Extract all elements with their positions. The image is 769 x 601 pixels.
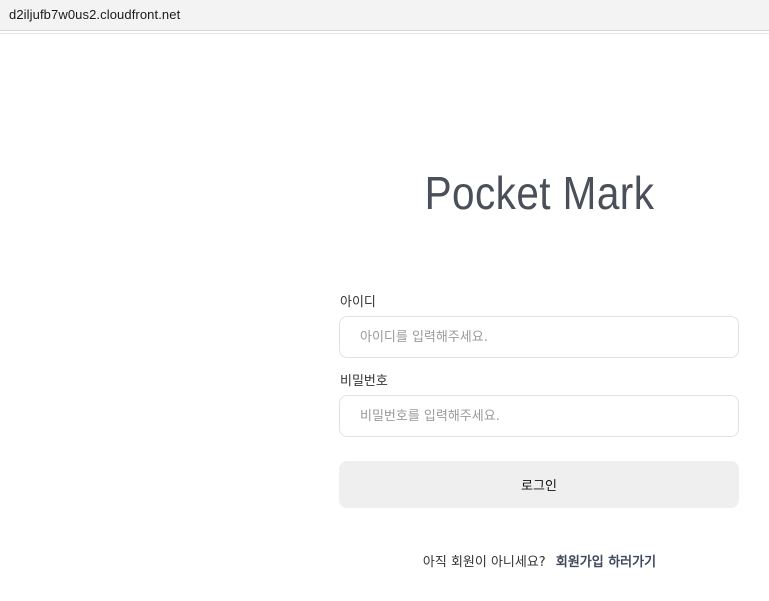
browser-address-bar[interactable]: d2iljufb7w0us2.cloudfront.net: [0, 0, 769, 31]
signup-question: 아직 회원이 아니세요?: [422, 555, 546, 570]
signup-prompt: 아직 회원이 아니세요? 회원가입 하러가기: [340, 551, 739, 570]
address-bar-divider: [0, 33, 769, 34]
login-button[interactable]: 로그인: [339, 461, 739, 508]
id-input[interactable]: [339, 316, 739, 358]
signup-link[interactable]: 회원가입 하러가기: [556, 555, 656, 570]
id-label: 아이디: [340, 295, 376, 310]
password-input[interactable]: [339, 395, 739, 437]
app-title: Pocket Mark: [424, 167, 655, 219]
password-label: 비밀번호: [340, 374, 388, 389]
address-url-text[interactable]: d2iljufb7w0us2.cloudfront.net: [9, 7, 180, 22]
